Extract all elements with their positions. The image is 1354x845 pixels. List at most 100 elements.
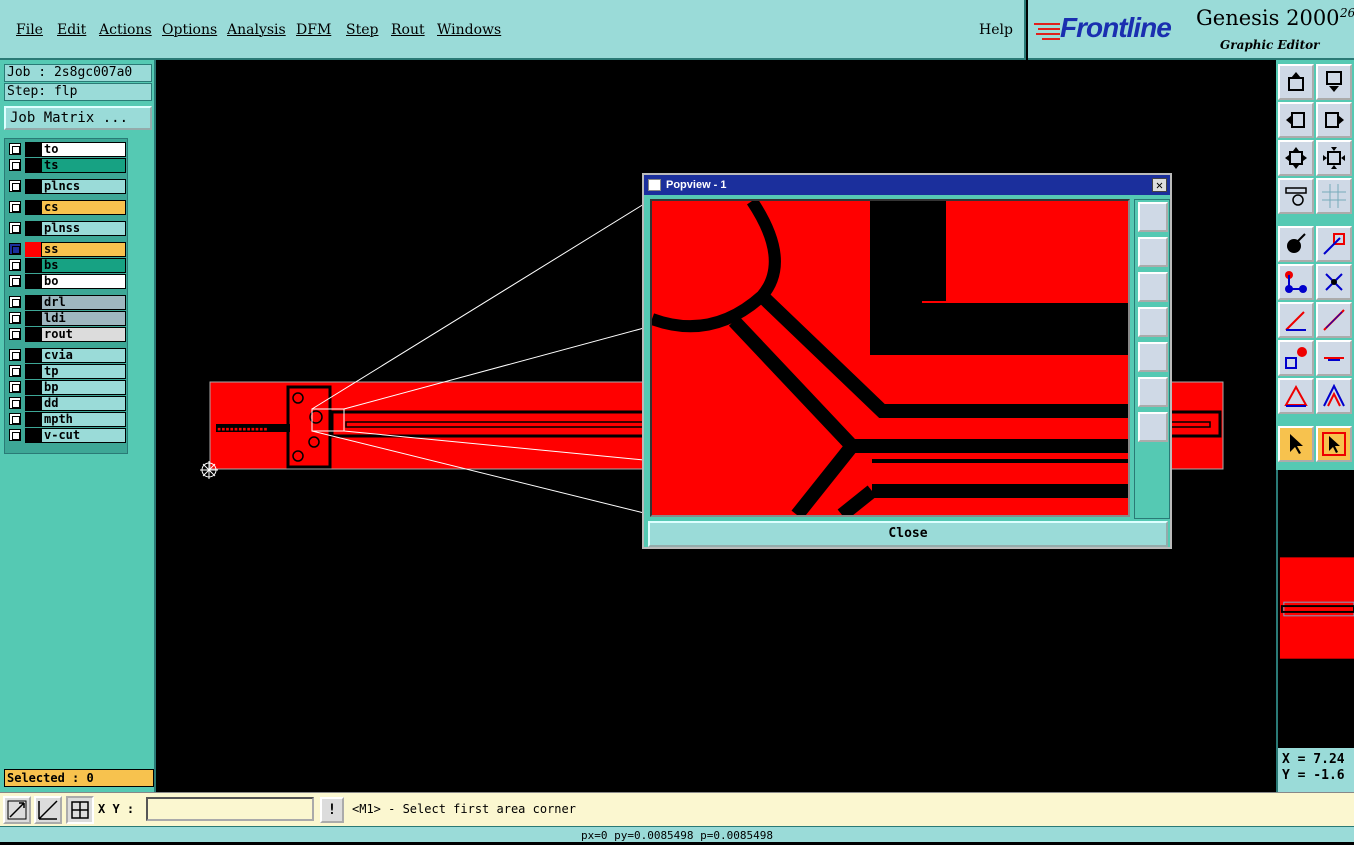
menu-edit[interactable]: Edit [57, 22, 86, 38]
delete-cross-icon[interactable] [1316, 264, 1352, 300]
layer-name[interactable]: ss [41, 242, 126, 257]
route-nodes-icon[interactable] [1278, 264, 1314, 300]
select-arrow-box-icon[interactable] [1316, 426, 1352, 462]
layer-name[interactable]: cvia [41, 348, 126, 363]
pan-down-icon[interactable] [1316, 64, 1352, 100]
popview-zoom-view[interactable] [650, 199, 1130, 517]
layer-checkbox[interactable] [9, 381, 21, 393]
layer-row-dd[interactable]: dd [7, 396, 127, 411]
layer-row-bp[interactable]: bp [7, 380, 127, 395]
layer-row-drl[interactable]: drl [7, 295, 127, 310]
horizontal-line-icon[interactable] [1316, 340, 1352, 376]
layer-name[interactable]: dd [41, 396, 126, 411]
layer-checkbox[interactable] [9, 222, 21, 234]
layer-color-indicator[interactable] [25, 179, 41, 194]
layer-checkbox[interactable] [9, 201, 21, 213]
layer-checkbox[interactable] [9, 296, 21, 308]
pan-up-icon[interactable] [1138, 237, 1168, 267]
layer-name[interactable]: to [41, 142, 126, 157]
layer-checkbox[interactable] [9, 397, 21, 409]
layer-color-indicator[interactable] [25, 221, 41, 236]
pan-right-icon[interactable] [1316, 102, 1352, 138]
layer-checkbox[interactable] [9, 312, 21, 324]
layer-checkbox[interactable] [9, 259, 21, 271]
layer-color-indicator[interactable] [25, 142, 41, 157]
pan-up-icon[interactable] [1278, 64, 1314, 100]
layer-row-bo[interactable]: bo [7, 274, 127, 289]
menu-dfm[interactable]: DFM [296, 22, 331, 38]
layer-color-indicator[interactable] [25, 412, 41, 427]
layer-name[interactable]: cs [41, 200, 126, 215]
layer-row-plnss[interactable]: plnss [7, 221, 127, 236]
layer-name[interactable]: v-cut [41, 428, 126, 443]
layer-row-cvia[interactable]: cvia [7, 348, 127, 363]
grid-icon[interactable] [1316, 178, 1352, 214]
layer-row-mpth[interactable]: mpth [7, 412, 127, 427]
layer-color-indicator[interactable] [25, 242, 41, 257]
layer-row-v-cut[interactable]: v-cut [7, 428, 127, 443]
layer-checkbox[interactable] [9, 413, 21, 425]
pan-left-icon[interactable] [1138, 307, 1168, 337]
layer-checkbox[interactable] [9, 429, 21, 441]
measure-tool-icon[interactable] [1278, 178, 1314, 214]
select-arrow-icon[interactable] [1278, 426, 1314, 462]
layer-row-ldi[interactable]: ldi [7, 311, 127, 326]
layer-color-indicator[interactable] [25, 258, 41, 273]
zoom-in-icon[interactable] [1278, 140, 1314, 176]
popview-titlebar[interactable]: Popview - 1 [644, 175, 1170, 195]
layer-color-indicator[interactable] [25, 295, 41, 310]
menu-actions[interactable]: Actions [99, 22, 152, 38]
angle-line-icon[interactable] [1278, 302, 1314, 338]
layer-checkbox[interactable] [9, 143, 21, 155]
menu-analysis[interactable]: Analysis [227, 22, 286, 38]
menu-rout[interactable]: Rout [391, 22, 425, 38]
layer-color-indicator[interactable] [25, 311, 41, 326]
add-feature-icon[interactable] [1278, 226, 1314, 262]
layer-name[interactable]: rout [41, 327, 126, 342]
layer-color-indicator[interactable] [25, 396, 41, 411]
layer-name[interactable]: drl [41, 295, 126, 310]
layer-row-tp[interactable]: tp [7, 364, 127, 379]
execute-button[interactable]: ! [320, 797, 344, 823]
layer-name[interactable]: ts [41, 158, 126, 173]
layer-checkbox[interactable] [9, 275, 21, 287]
menu-step[interactable]: Step [346, 22, 378, 38]
layer-name[interactable]: bp [41, 380, 126, 395]
layer-color-indicator[interactable] [25, 380, 41, 395]
layer-checkbox[interactable] [9, 180, 21, 192]
zoom-out-icon[interactable] [1316, 140, 1352, 176]
pan-right-icon[interactable] [1138, 342, 1168, 372]
layer-checkbox[interactable] [9, 365, 21, 377]
menu-help[interactable]: Help [979, 22, 1013, 38]
layer-row-to[interactable]: to [7, 142, 127, 157]
layer-row-rout[interactable]: rout [7, 327, 127, 342]
layer-color-indicator[interactable] [25, 327, 41, 342]
layer-name[interactable]: bo [41, 274, 126, 289]
layer-name[interactable]: mpth [41, 412, 126, 427]
layer-name[interactable]: plncs [41, 179, 126, 194]
layer-name[interactable]: tp [41, 364, 126, 379]
layer-color-indicator[interactable] [25, 348, 41, 363]
layer-row-plncs[interactable]: plncs [7, 179, 127, 194]
layer-color-indicator[interactable] [25, 364, 41, 379]
snap-icon[interactable] [34, 796, 62, 824]
draw-line-icon[interactable] [1316, 226, 1352, 262]
layer-color-indicator[interactable] [25, 274, 41, 289]
layer-checkbox[interactable] [9, 328, 21, 340]
zoom-window-icon[interactable] [3, 796, 31, 824]
layer-row-cs[interactable]: cs [7, 200, 127, 215]
pad-select-icon[interactable] [1278, 340, 1314, 376]
layer-name[interactable]: plnss [41, 221, 126, 236]
layer-row-ss[interactable]: ss [7, 242, 127, 257]
layer-name[interactable]: bs [41, 258, 126, 273]
layer-checkbox[interactable] [9, 349, 21, 361]
popview-close-button[interactable]: Close [648, 521, 1168, 547]
layer-checkbox[interactable] [9, 159, 21, 171]
layer-color-indicator[interactable] [25, 428, 41, 443]
pan-left-icon[interactable] [1278, 102, 1314, 138]
pan-down-icon[interactable] [1138, 272, 1168, 302]
layer-color-indicator[interactable] [25, 158, 41, 173]
overview-minimap[interactable] [1276, 470, 1354, 748]
layer-name[interactable]: ldi [41, 311, 126, 326]
popview-close-x[interactable]: ✕ [1152, 178, 1167, 192]
